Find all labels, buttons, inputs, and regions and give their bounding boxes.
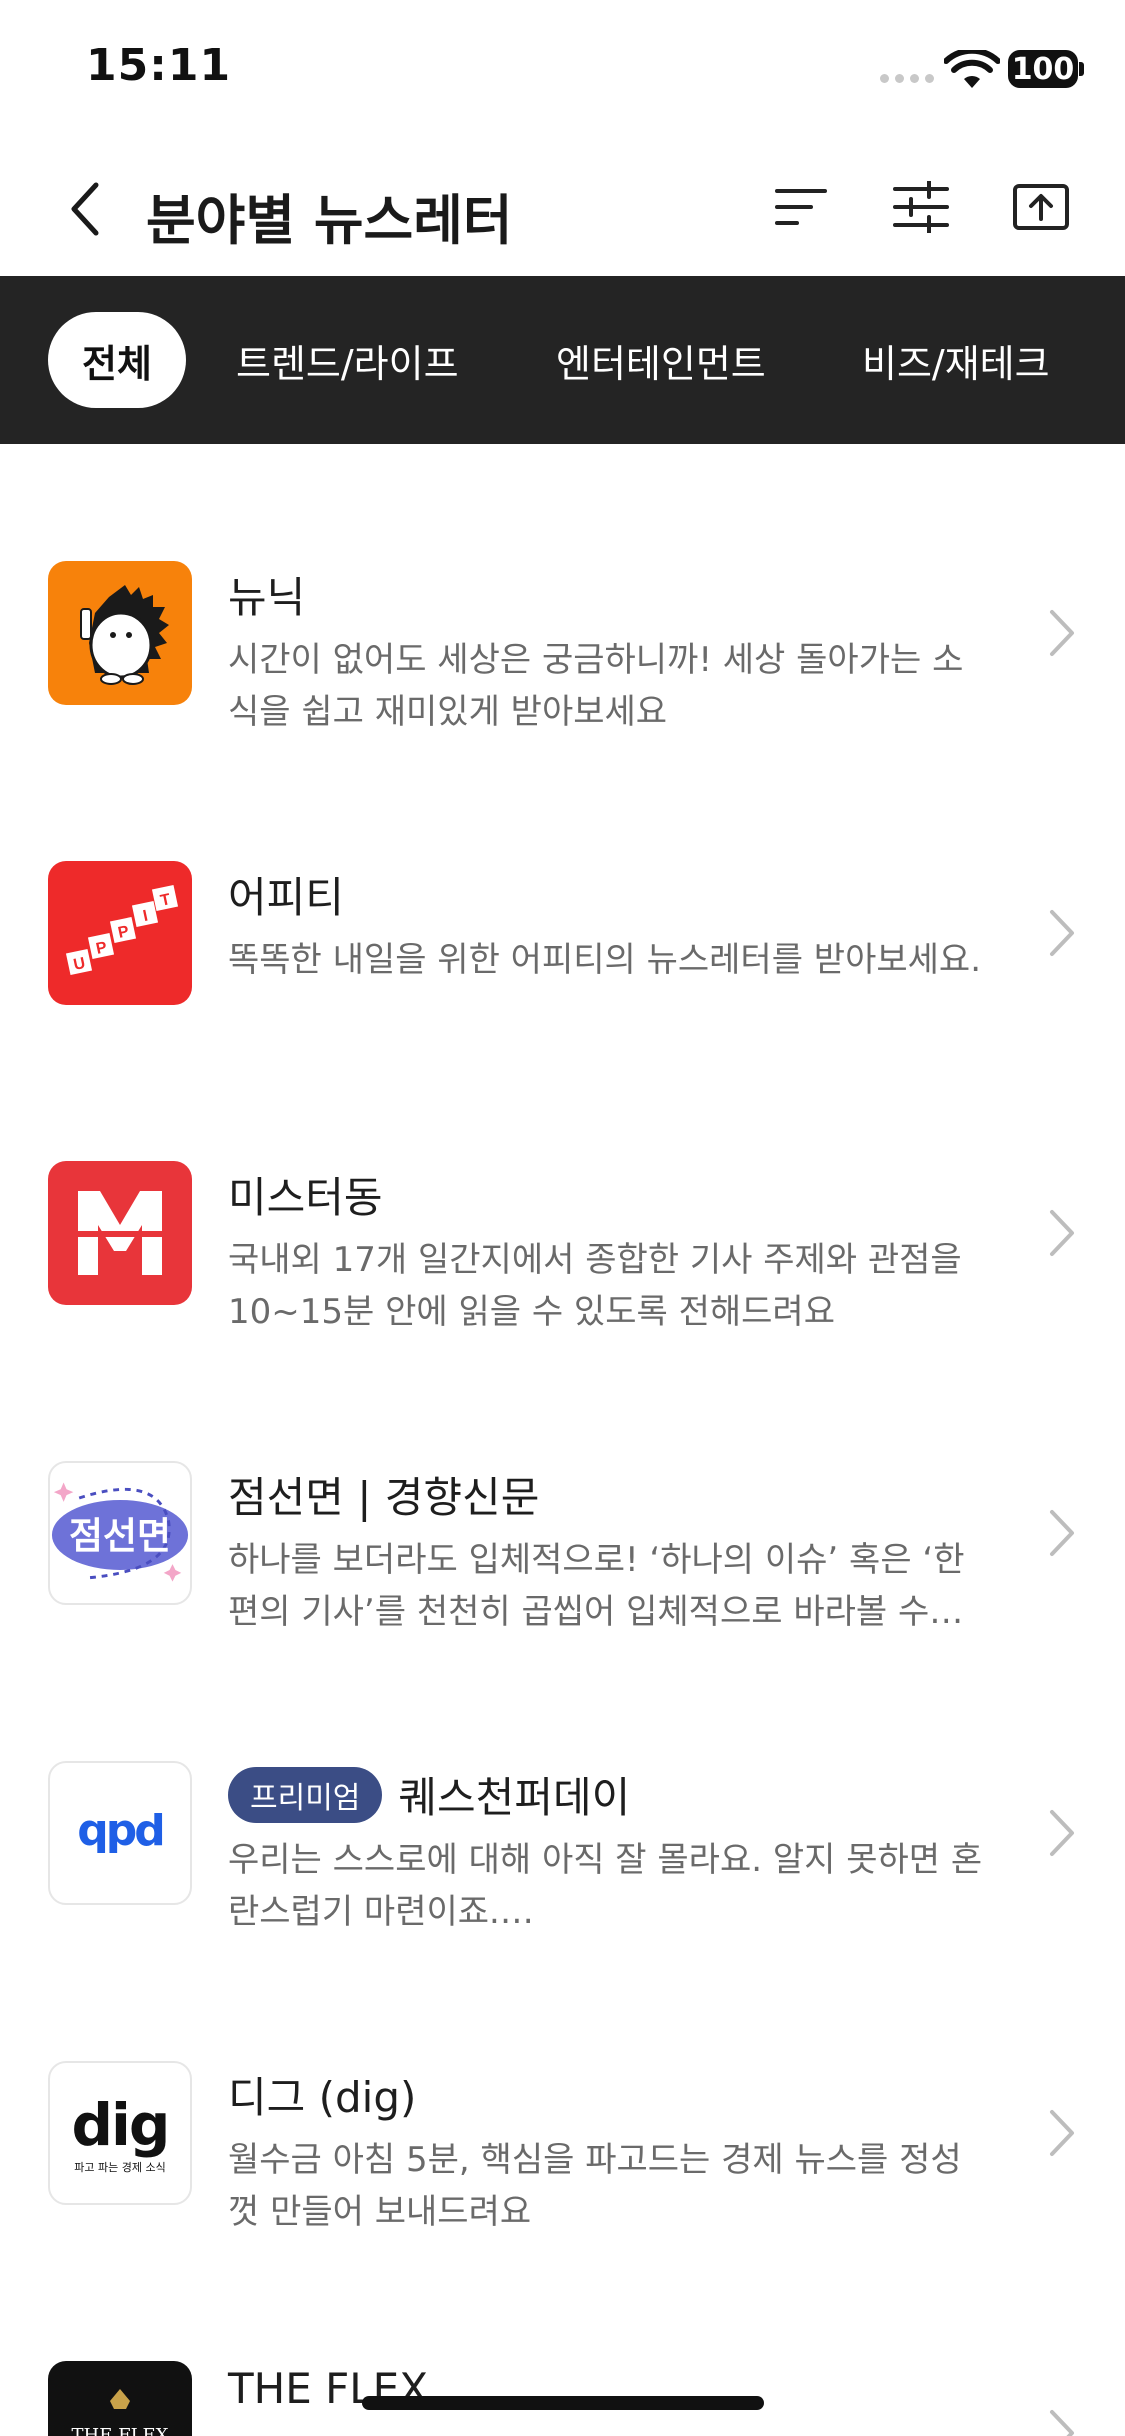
qpd-logo: qpd [48,1761,192,1905]
wifi-icon [944,50,1000,88]
chevron-right-icon [1050,2410,1074,2436]
newsletter-description: 우리는 스스로에 대해 아직 잘 몰라요. 알지 못하면 혼란스럽기 마련이죠.… [228,1840,983,1932]
newsletter-description: 월수금 아침 5분, 핵심을 파고드는 경제 뉴스를 정성껏 만들어 보내드려요 [228,2140,962,2232]
tab-entertainment[interactable]: 엔터테인먼트 [556,312,766,408]
title-text: 디그 (dig) [228,2073,417,2122]
title-text: 미스터동 [228,1173,383,1222]
list-item[interactable]: U P P I T 어피티 똑똑한 내일을 위한 어피티의 뉴스레터를 받아보세… [0,744,1125,1044]
list-item[interactable]: 미스터동 국내외 17개 일간지에서 종합한 기사 주제와 관점을 10~15분… [0,1044,1125,1344]
filter-button[interactable] [888,174,954,240]
tab-trend-life[interactable]: 트렌드/라이프 [236,312,459,408]
tab-biz-finance[interactable]: 비즈/재테크 [862,312,1050,408]
uppity-logo: U P P I T [48,861,192,1005]
newsletter-title: 프리미엄 퀘스천퍼데이 [228,1764,630,1825]
home-indicator[interactable] [362,2396,764,2410]
mrdong-logo [48,1161,192,1305]
newsletter-description: 시간이 없어도 세상은 궁금하니까! 세상 돌아가는 소식을 쉽고 재미있게 받… [228,640,964,732]
newsletter-title: 어피티 [228,864,344,925]
newsletter-title: 미스터동 [228,1164,383,1225]
battery-tip [1079,62,1084,76]
title-text: 뉴닉 [228,573,306,622]
chevron-right-icon [1050,610,1074,656]
svg-text:파고 파는 경제 소식: 파고 파는 경제 소식 [74,2161,165,2174]
upload-icon [1013,184,1069,230]
list-item[interactable]: 점선면 점선면 | 경향신문 하나를 보더라도 입체적으로! ‘하나의 이슈’ … [0,1344,1125,1644]
battery-indicator: 100 [1008,50,1078,88]
newsletter-title: 디그 (dig) [228,2064,416,2125]
page-title: 분야별 뉴스레터 [146,189,513,252]
dig-logo: dig 파고 파는 경제 소식 [48,2061,192,2205]
newsletter-description: 하나를 보더라도 입체적으로! ‘하나의 이슈’ 혹은 ‘한 편의 기사’를 천… [228,1540,965,1632]
status-bar: 15:11 100 [0,0,1125,140]
title-text: 점선면 | 경향신문 [228,1473,540,1522]
svg-text:qpd: qpd [77,1813,163,1853]
newsletter-description: 국내외 17개 일간지에서 종합한 기사 주제와 관점을 10~15분 안에 읽… [228,1240,962,1332]
newsletter-description: 똑똑한 내일을 위한 어피티의 뉴스레터를 받아보세요. [228,940,982,980]
tab-all[interactable]: 전체 [48,312,186,408]
chevron-right-icon [1050,1510,1074,1556]
status-time: 15:11 [86,40,232,91]
chevron-right-icon [1050,2110,1074,2156]
theflex-logo: THE FLEX [48,2361,192,2436]
share-button[interactable] [1008,174,1074,240]
chevron-right-icon [1050,1210,1074,1256]
sort-button[interactable] [768,174,834,240]
newneek-logo [48,561,192,705]
newsletter-title: 점선면 | 경향신문 [228,1464,539,1525]
svg-text:THE FLEX: THE FLEX [72,2425,169,2436]
list-item[interactable]: 뉴닉 시간이 없어도 세상은 궁금하니까! 세상 돌아가는 소식을 쉽고 재미있… [0,444,1125,744]
title-text: 어피티 [228,873,344,922]
jeomseonmyeon-logo: 점선면 [48,1461,192,1605]
top-app-bar: 분야별 뉴스레터 [0,140,1125,276]
category-tabs: 전체 트렌드/라이프 엔터테인먼트 비즈/재테크 [0,276,1125,444]
newsletter-title: 뉴닉 [228,564,305,625]
chevron-right-icon [1050,1810,1074,1856]
chevron-right-icon [1050,910,1074,956]
list-item[interactable]: qpd 프리미엄 퀘스천퍼데이 우리는 스스로에 대해 아직 잘 몰라요. 알지… [0,1644,1125,1944]
battery-level: 100 [1011,51,1075,87]
cellular-signal-icon [880,74,934,83]
chevron-left-icon [71,182,99,236]
premium-badge: 프리미엄 [228,1766,383,1823]
title-text: 퀘스천퍼데이 [398,1773,631,1822]
svg-text:dig: dig [72,2091,169,2159]
back-button[interactable] [58,174,112,244]
list-item[interactable]: dig 파고 파는 경제 소식 디그 (dig) 월수금 아침 5분, 핵심을 … [0,1944,1125,2244]
svg-text:점선면: 점선면 [69,1515,171,1558]
sliders-icon [893,181,949,233]
sort-icon [775,189,827,225]
